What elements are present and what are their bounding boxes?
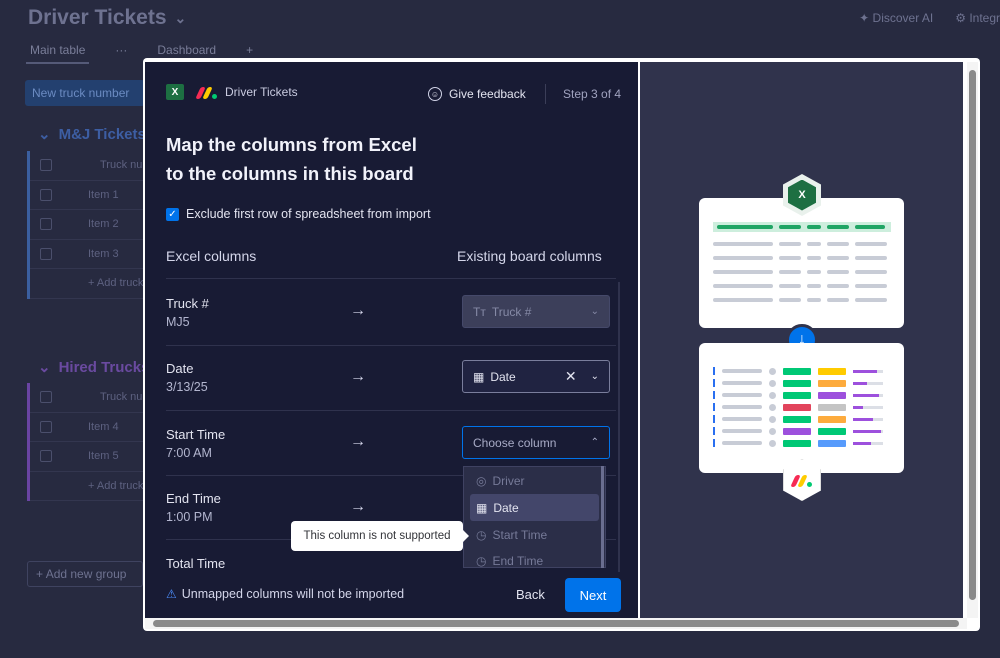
- mapping-panel: X Driver Tickets ☺ Give feedback Step 3 …: [145, 62, 638, 618]
- board-columns-header: Existing board columns: [457, 248, 602, 264]
- table-row[interactable]: Item 2: [30, 210, 147, 240]
- excel-column-name: End Time: [166, 491, 221, 506]
- tab-dashboard[interactable]: Dashboard: [157, 43, 216, 57]
- checkbox[interactable]: [40, 247, 52, 260]
- chevron-down-icon: ⌄: [38, 126, 51, 143]
- checkbox[interactable]: [40, 420, 52, 433]
- excel-column-name: Start Time: [166, 427, 226, 442]
- illustration-panel: X ↓: [640, 62, 963, 618]
- scrollbar-thumb[interactable]: [969, 70, 976, 600]
- integrate-button[interactable]: ⚙ Integr: [955, 11, 1000, 25]
- step-indicator: Step 3 of 4: [563, 87, 622, 101]
- checkbox[interactable]: [40, 450, 52, 463]
- divider: [166, 278, 616, 279]
- group-table: Truck nur Item 1 Item 2 Item 3 + Add tru…: [27, 151, 147, 299]
- group-header[interactable]: ⌄ Hired Trucks: [38, 358, 149, 377]
- group-header[interactable]: ⌄ M&J Tickets: [38, 125, 146, 144]
- excel-columns-header: Excel columns: [166, 248, 257, 264]
- dropdown-option[interactable]: ◎ Driver: [464, 467, 605, 494]
- divider: [166, 345, 616, 346]
- unmapped-warning: ⚠ Unmapped columns will not be imported: [166, 587, 405, 601]
- checkbox[interactable]: [40, 391, 52, 404]
- excel-column-sample: 7:00 AM: [166, 446, 212, 460]
- table-header-row: Truck nur: [30, 151, 147, 181]
- modal-vertical-scrollbar[interactable]: [967, 62, 978, 618]
- excel-column-sample: 3/13/25: [166, 380, 208, 394]
- arrow-right-icon: →: [350, 302, 366, 319]
- chevron-down-icon: ⌄: [174, 9, 187, 26]
- divider: [166, 410, 616, 411]
- calendar-icon: ▦: [473, 369, 485, 384]
- checkmark-icon: ✓: [166, 207, 179, 221]
- table-row[interactable]: Item 4: [30, 413, 147, 442]
- excel-column-sample: 1:00 PM: [166, 510, 213, 524]
- chevron-down-icon: ⌄: [590, 306, 599, 317]
- arrow-right-icon: →: [350, 498, 366, 515]
- board-title[interactable]: Driver Tickets ⌄: [28, 6, 186, 30]
- divider: [545, 84, 546, 104]
- arrow-right-icon: →: [350, 433, 366, 450]
- chevron-down-icon: ⌄: [590, 371, 599, 382]
- monday-logo-icon: [195, 85, 217, 99]
- modal-header: X Driver Tickets: [166, 84, 298, 100]
- excel-column-sample: MJ5: [166, 315, 190, 329]
- person-icon: ◎: [476, 473, 487, 488]
- dropdown-scrollbar[interactable]: [601, 466, 604, 568]
- top-right-actions: ✦ Discover AI ⚙ Integr: [859, 11, 1000, 25]
- table-row[interactable]: Item 3: [30, 240, 147, 269]
- checkbox[interactable]: [40, 218, 52, 231]
- column-dropdown: ◎ Driver ▦ Date ◷ Start Time ◷ End Time: [463, 466, 606, 568]
- dropdown-option[interactable]: ◷ Start Time: [464, 521, 605, 548]
- give-feedback-button[interactable]: ☺ Give feedback: [428, 87, 526, 101]
- scrollbar-thumb[interactable]: [153, 620, 959, 627]
- text-type-icon: Tт: [473, 304, 486, 319]
- exclude-first-row-checkbox[interactable]: ✓ Exclude first row of spreadsheet from …: [166, 207, 431, 221]
- add-new-group-button[interactable]: + Add new group: [27, 561, 143, 587]
- modal-horizontal-scrollbar[interactable]: [145, 618, 967, 629]
- clear-icon[interactable]: ✕: [565, 368, 577, 385]
- excel-column-name: Date: [166, 361, 194, 376]
- calendar-icon: ▦: [476, 500, 488, 515]
- warning-icon: ⚠: [166, 587, 177, 601]
- feedback-icon: ☺: [428, 87, 442, 101]
- checkbox[interactable]: [40, 159, 52, 172]
- table-row[interactable]: Item 5: [30, 442, 147, 472]
- clock-icon: ◷: [476, 554, 487, 568]
- chevron-up-icon: ⌃: [590, 437, 599, 448]
- back-button[interactable]: Back: [516, 587, 545, 602]
- list-scrollbar[interactable]: [618, 282, 620, 572]
- board-name: Driver Tickets: [225, 85, 298, 99]
- clock-icon: ◷: [476, 527, 487, 542]
- checkbox[interactable]: [40, 188, 52, 201]
- board-tabs: Main table ··· Dashboard +: [25, 43, 253, 64]
- add-item-row[interactable]: + Add truck: [30, 269, 147, 299]
- page-title: Map the columns from Excel to the column…: [166, 134, 417, 184]
- more-icon[interactable]: ···: [115, 43, 127, 57]
- discover-ai-button[interactable]: ✦ Discover AI: [859, 11, 933, 25]
- chevron-down-icon: ⌄: [38, 359, 51, 376]
- excel-icon: X: [166, 84, 184, 100]
- board-illustration: [699, 343, 904, 473]
- excel-sheet-illustration: [699, 198, 904, 328]
- arrow-right-icon: →: [350, 368, 366, 385]
- board-column-select[interactable]: Choose column ⌃: [462, 426, 610, 459]
- next-button[interactable]: Next: [565, 578, 621, 612]
- dropdown-option[interactable]: ▦ Date: [470, 494, 599, 521]
- unsupported-tooltip: This column is not supported: [291, 521, 469, 551]
- excel-column-name: Truck #: [166, 296, 209, 311]
- import-modal: X Driver Tickets ☺ Give feedback Step 3 …: [143, 58, 980, 631]
- board-column-select[interactable]: ▦ Date ✕ ⌄: [462, 360, 610, 393]
- tab-main-table[interactable]: Main table: [25, 43, 90, 64]
- group-table: Truck nur Item 4 Item 5 + Add truck: [27, 383, 147, 501]
- new-item-button[interactable]: New truck number: [25, 80, 145, 106]
- board-column-select[interactable]: Tт Truck # ⌄: [462, 295, 610, 328]
- add-view-icon[interactable]: +: [246, 43, 253, 57]
- table-row[interactable]: Item 1: [30, 181, 147, 210]
- excel-column-name: Total Time: [166, 556, 226, 568]
- table-header-row: Truck nur: [30, 383, 147, 413]
- dropdown-option[interactable]: ◷ End Time: [464, 548, 605, 568]
- add-item-row[interactable]: + Add truck: [30, 472, 147, 501]
